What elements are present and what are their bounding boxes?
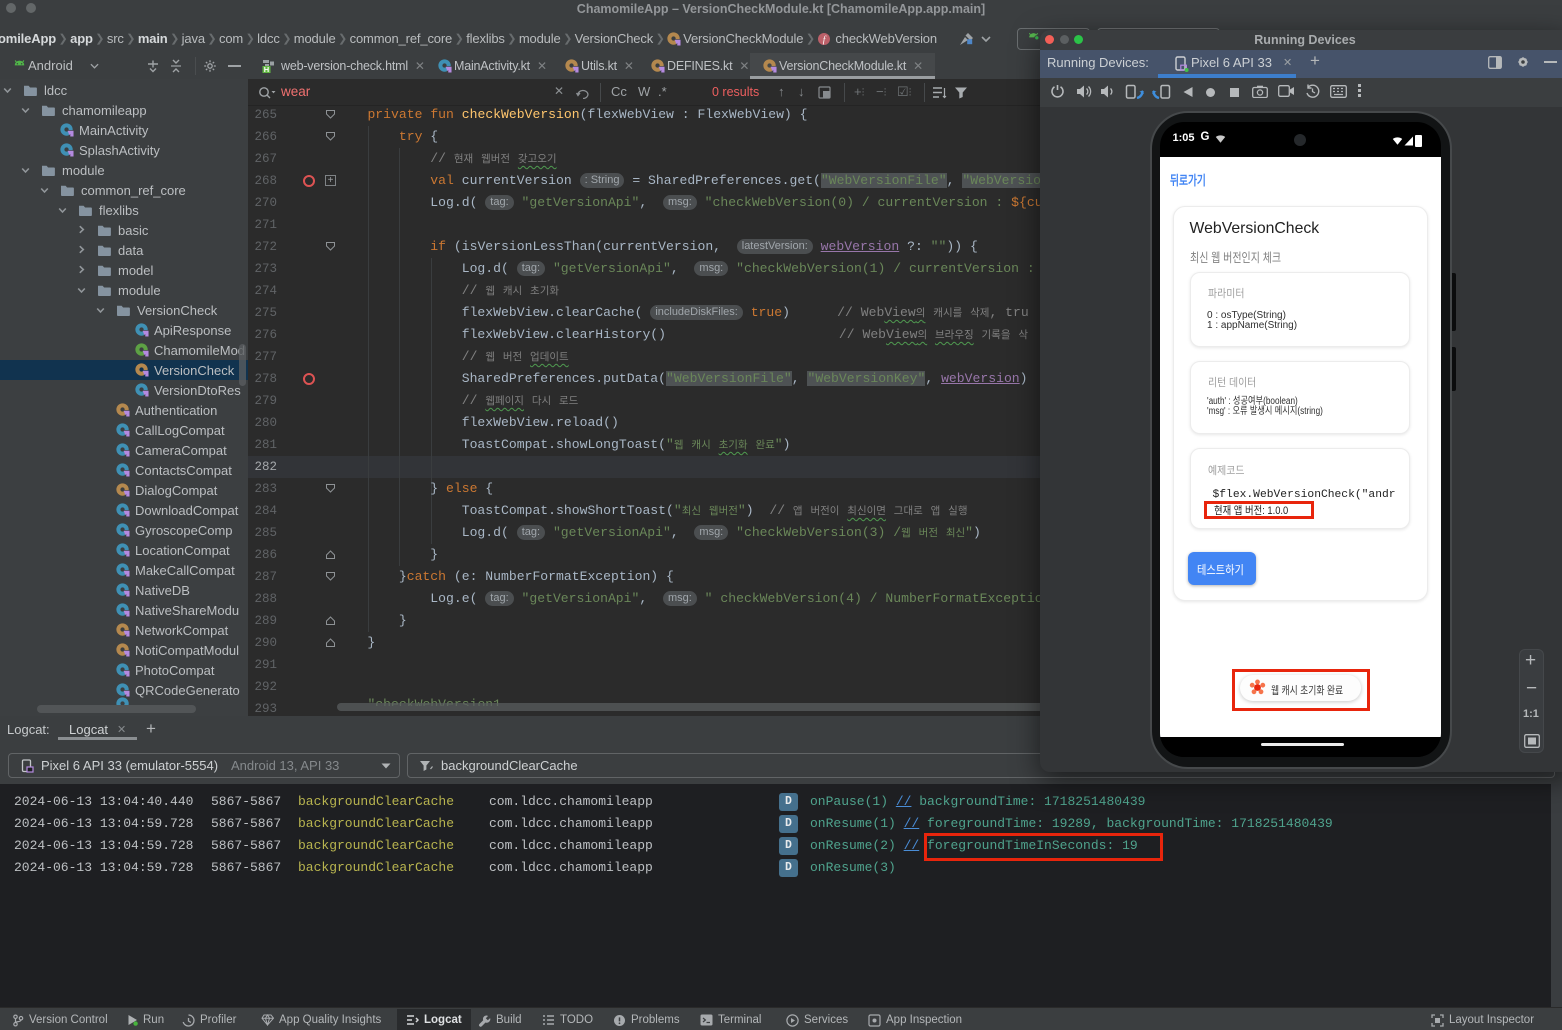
svg-text:H: H: [264, 65, 269, 74]
